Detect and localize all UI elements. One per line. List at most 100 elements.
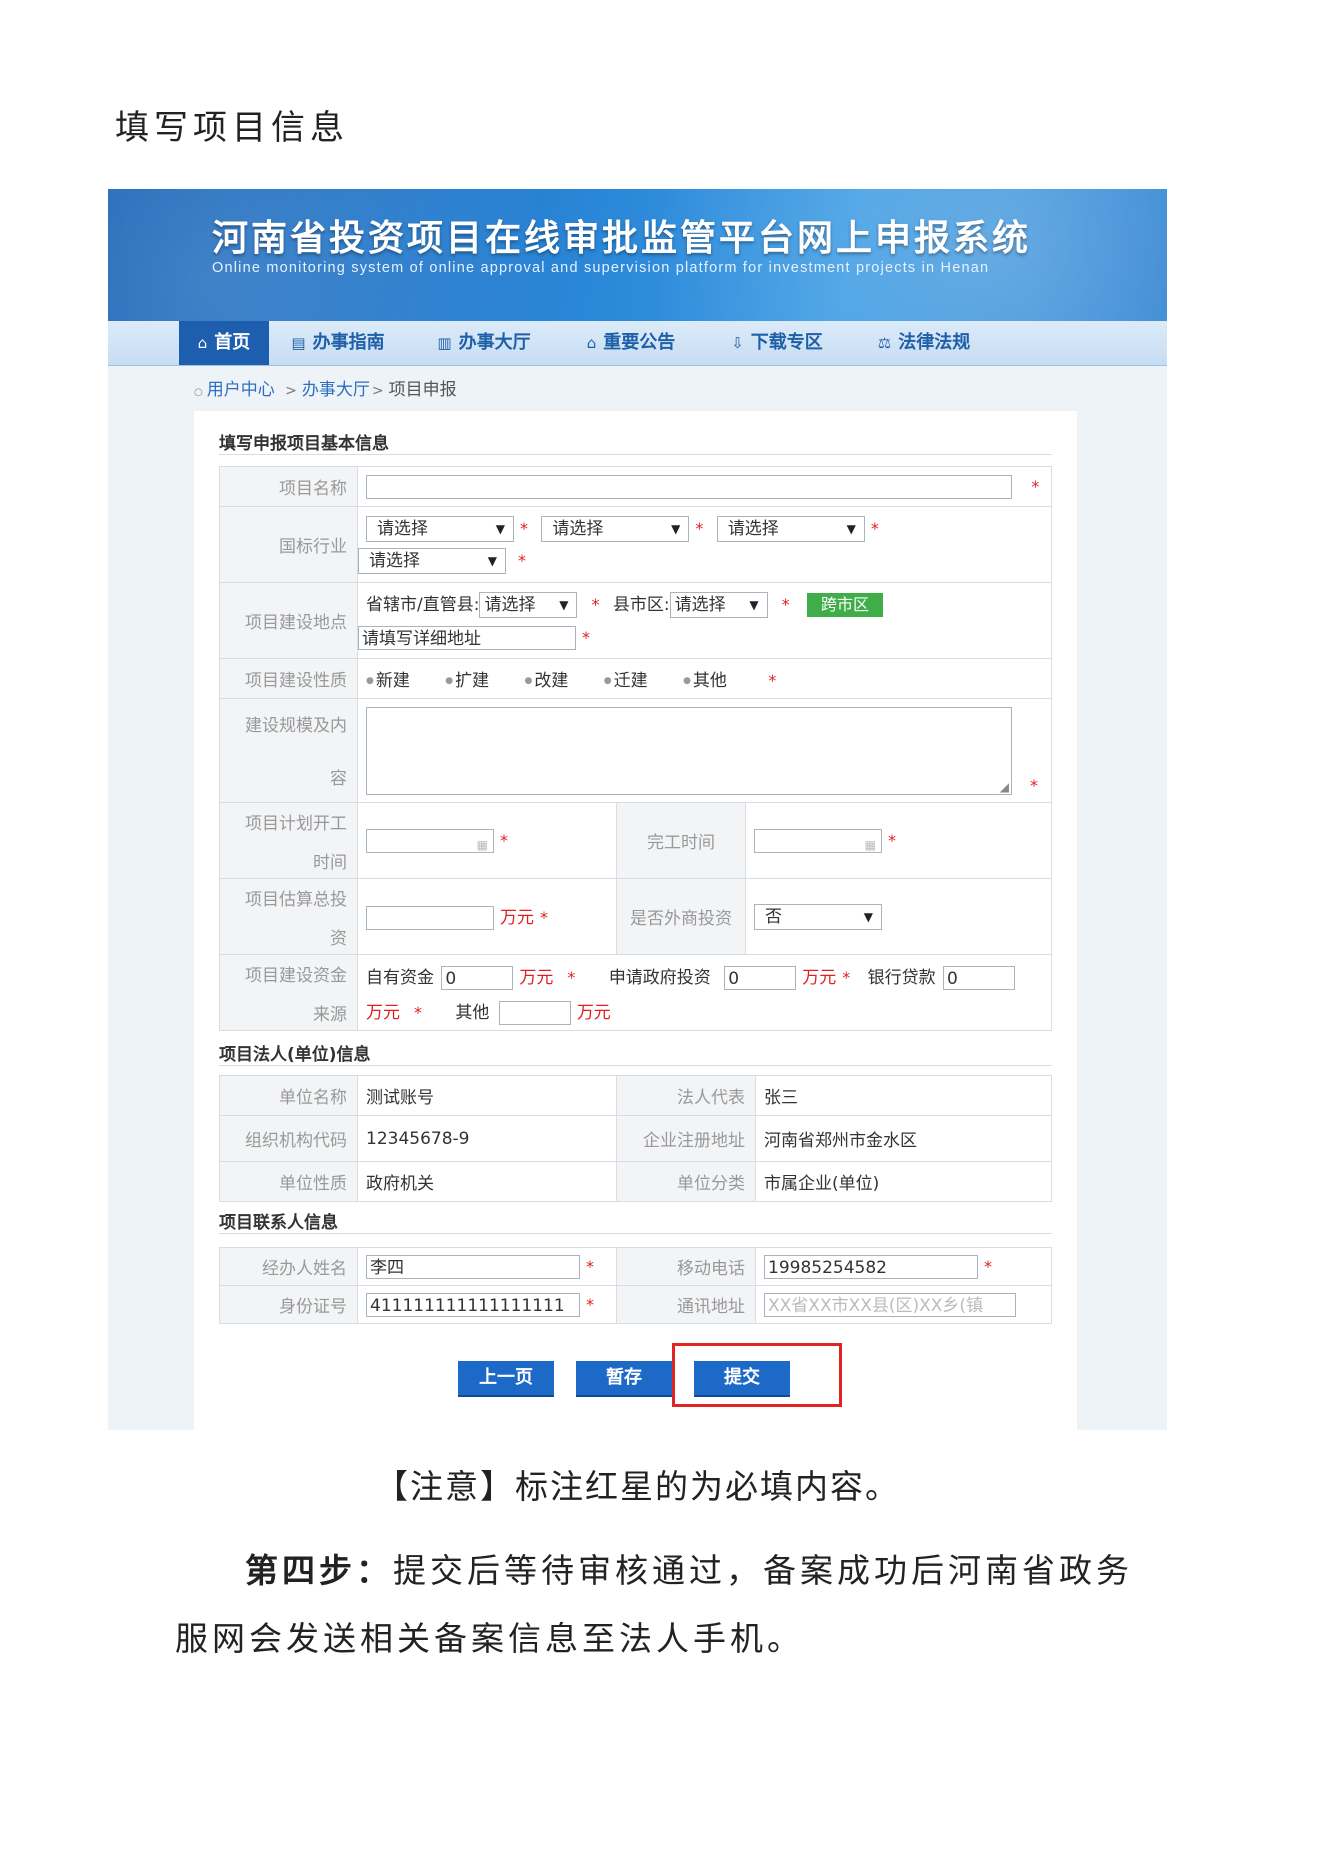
contact-name-input[interactable]: 李四 xyxy=(366,1254,580,1279)
radio-icon: ● xyxy=(445,676,454,686)
nav-label: 办事指南 xyxy=(312,332,385,353)
mail-addr-input[interactable]: XX省XX市XX县(区)XX乡(镇 xyxy=(764,1292,1016,1317)
resize-grip-icon: ◢ xyxy=(999,779,1009,794)
mobile-input[interactable]: 19985254582 xyxy=(764,1254,978,1279)
nature-radio-new[interactable]: ● 新建 xyxy=(366,666,410,691)
nav-law[interactable]: ⚖ 法律法规 xyxy=(860,321,988,365)
industry-select-1[interactable]: 请选择 ▼ xyxy=(366,515,514,542)
nav-notice[interactable]: ⌂ 重要公告 xyxy=(567,321,695,365)
chevron-down-icon: ▼ xyxy=(495,521,505,536)
finish-date-input[interactable]: ▦ xyxy=(754,828,882,853)
breadcrumb-separator: > xyxy=(371,383,384,399)
nature-radio-rebuild[interactable]: ● 改建 xyxy=(525,666,569,691)
nature-radio-expand[interactable]: ● 扩建 xyxy=(445,666,489,691)
breadcrumb-hall[interactable]: 办事大厅 xyxy=(302,380,370,400)
unit-cat-label: 单位分类 xyxy=(616,1161,756,1202)
required-star: * xyxy=(567,967,576,987)
required-note: 【注意】标注红星的为必填内容。 xyxy=(375,1467,900,1506)
chevron-down-icon: ▼ xyxy=(559,598,569,612)
radio-icon: ● xyxy=(683,676,691,686)
site-title: 河南省投资项目在线审批监管平台网上申报系统 xyxy=(212,218,1032,259)
basic-section-title: 填写申报项目基本信息 xyxy=(219,434,389,454)
building-icon: ▥ xyxy=(437,334,452,352)
nav-download[interactable]: ⇩ 下载专区 xyxy=(713,321,841,365)
divider xyxy=(219,1233,1052,1234)
breadcrumb-bullet-icon: ○ xyxy=(194,387,203,398)
org-code-label: 组织机构代码 xyxy=(219,1115,358,1162)
nature-radio-other[interactable]: ● 其他 xyxy=(683,666,727,691)
required-star: * xyxy=(500,830,508,850)
gov-invest-input[interactable]: 0 xyxy=(724,965,797,990)
basic-info-table: 项目名称 * 国标行业 请选择 ▼ * 请选择 ▼ * 请选择 ▼ * 请选择 ▼ * xyxy=(219,466,1052,1031)
chevron-down-icon: ▼ xyxy=(487,553,497,568)
download-icon: ⇩ xyxy=(731,334,744,352)
nav-home[interactable]: ⌂ 首页 xyxy=(179,321,269,365)
submit-highlight-box xyxy=(672,1343,842,1407)
site-banner: 河南省投资项目在线审批监管平台网上申报系统 Online monitoring … xyxy=(108,189,1167,321)
industry-label: 国标行业 xyxy=(219,506,358,583)
bank-loan-label: 银行贷款 xyxy=(867,967,936,988)
breadcrumb-separator: > xyxy=(285,383,297,399)
industry-select-3[interactable]: 请选择 ▼ xyxy=(716,515,865,542)
other-fund-label: 其他 xyxy=(455,1002,490,1023)
breadcrumb-current: 项目申报 xyxy=(388,380,457,400)
prev-page-button[interactable]: 上一页 xyxy=(458,1361,554,1395)
required-star: * xyxy=(520,518,528,538)
mail-addr-label: 通讯地址 xyxy=(616,1285,756,1324)
own-fund-input[interactable]: 0 xyxy=(441,965,514,990)
nav-label: 重要公告 xyxy=(603,332,676,353)
foreign-invest-select[interactable]: 否 ▼ xyxy=(754,903,882,930)
gov-invest-label: 申请政府投资 xyxy=(608,967,711,988)
city-select[interactable]: 请选择 ▼ xyxy=(479,592,578,618)
unit-cat-value: 市属企业(单位) xyxy=(755,1161,1052,1202)
start-date-input[interactable]: ▦ xyxy=(366,828,494,853)
contact-info-table: 经办人姓名 李四 * 移动电话 19985254582 * 身份证号 4111111… xyxy=(219,1247,1052,1324)
id-label: 身份证号 xyxy=(219,1285,358,1324)
other-fund-input[interactable] xyxy=(498,1000,571,1025)
reg-addr-value: 河南省郑州市金水区 xyxy=(755,1115,1052,1162)
unit-nature-value: 政府机关 xyxy=(357,1161,617,1202)
screenshot: 河南省投资项目在线审批监管平台网上申报系统 Online monitoring … xyxy=(108,189,1167,1430)
home-icon: ⌂ xyxy=(197,334,208,352)
breadcrumb-user-center[interactable]: 用户中心 xyxy=(207,380,275,400)
scale-textarea[interactable]: ◢ xyxy=(366,706,1012,795)
location-label: 项目建设地点 xyxy=(219,582,358,659)
required-star: * xyxy=(518,550,526,570)
address-input[interactable]: 请填写详细地址 xyxy=(358,626,576,650)
save-draft-button[interactable]: 暂存 xyxy=(576,1361,672,1395)
fund-source-label: 项目建设资金 来源 xyxy=(219,954,358,1031)
industry-select-4[interactable]: 请选择 ▼ xyxy=(358,547,506,574)
project-name-input[interactable] xyxy=(366,474,1012,499)
county-select[interactable]: 请选择 ▼ xyxy=(669,592,768,618)
nav-guide[interactable]: ▤ 办事指南 xyxy=(274,321,402,365)
county-label: 县市区: xyxy=(612,595,670,615)
id-input[interactable]: 411111111111111111 xyxy=(366,1292,580,1317)
nav-hall[interactable]: ▥ 办事大厅 xyxy=(420,321,548,365)
total-invest-label: 项目估算总投 资 xyxy=(219,878,358,955)
contact-section-title: 项目联系人信息 xyxy=(219,1213,338,1233)
doc-heading: 填写项目信息 xyxy=(115,108,349,148)
total-invest-input[interactable] xyxy=(366,906,494,930)
radio-icon: ● xyxy=(603,676,612,686)
nature-label: 项目建设性质 xyxy=(219,658,358,699)
scale-label: 建设规模及内 容 xyxy=(219,698,358,803)
required-star: * xyxy=(582,628,590,647)
calendar-icon: ▦ xyxy=(476,837,488,852)
required-star: * xyxy=(1030,775,1038,795)
bank-loan-input[interactable]: 0 xyxy=(943,965,1016,990)
legal-info-table: 单位名称 测试账号 法人代表 张三 组织机构代码 12345678-9 企业注册… xyxy=(219,1075,1052,1202)
industry-select-2[interactable]: 请选择 ▼ xyxy=(541,515,690,542)
required-star: * xyxy=(695,518,704,538)
cross-city-button[interactable]: 跨市区 xyxy=(807,593,884,617)
unit-label: 万元 xyxy=(802,967,837,988)
start-time-label: 项目计划开工 时间 xyxy=(219,802,358,879)
required-star: * xyxy=(842,967,851,987)
finish-time-label: 完工时间 xyxy=(616,802,746,879)
required-star: * xyxy=(586,1294,594,1314)
required-star: * xyxy=(1031,476,1040,496)
nature-radio-relocate[interactable]: ● 迁建 xyxy=(604,666,648,691)
required-star: * xyxy=(984,1256,992,1276)
required-star: * xyxy=(888,830,896,850)
chevron-down-icon: ▼ xyxy=(671,521,681,536)
step-label: 第四步： xyxy=(245,1551,393,1590)
